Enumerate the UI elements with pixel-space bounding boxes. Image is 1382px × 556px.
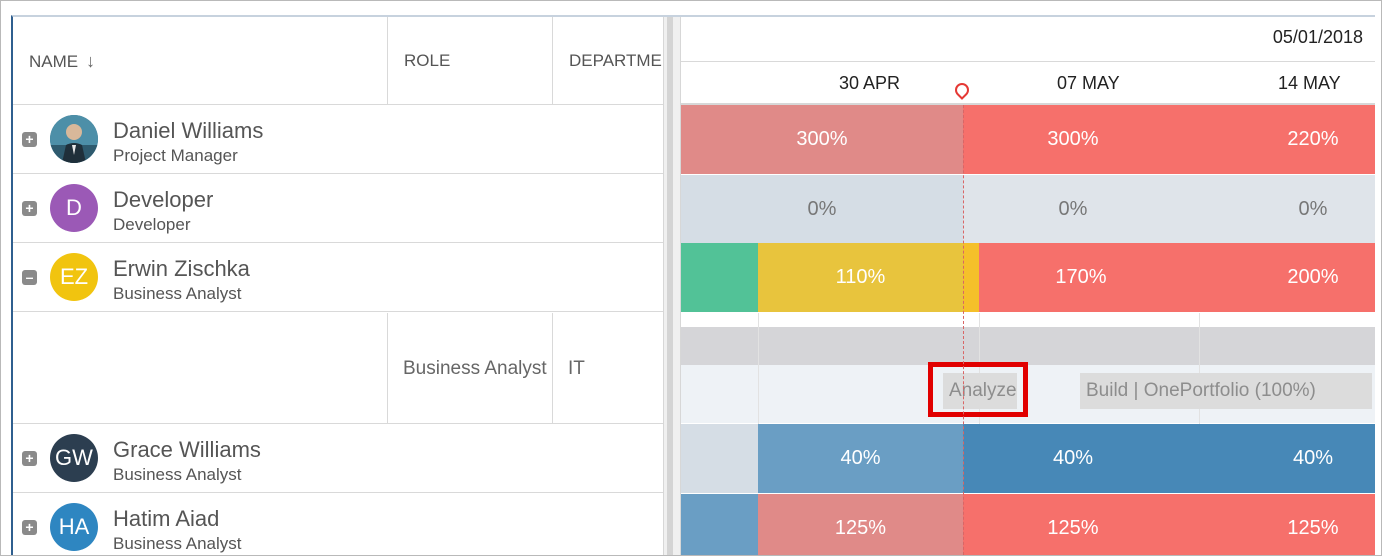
avatar-photo-icon — [50, 115, 98, 163]
column-header-role[interactable]: ROLE — [388, 17, 553, 105]
resource-planner: NAME ↓ ROLE DEPARTMENT + — [0, 0, 1382, 556]
pane-splitter[interactable] — [663, 17, 681, 555]
allocation-bar[interactable]: 125% — [1183, 493, 1375, 555]
table-row[interactable]: – EZ Erwin Zischka Business Analyst — [13, 243, 663, 312]
allocation-bar[interactable]: 300% — [963, 105, 1183, 174]
allocation-bar[interactable]: 40% — [1183, 424, 1375, 493]
expand-plus-icon[interactable]: + — [22, 201, 37, 216]
timeline-date: 05/01/2018 — [1272, 27, 1363, 47]
allocation-bar[interactable]: 40% — [758, 424, 963, 493]
person-name[interactable]: Grace Williams — [113, 437, 261, 463]
assignment-department: IT — [568, 358, 585, 379]
allocation-bar[interactable]: 0% — [1183, 174, 1375, 243]
assignment-role: Business Analyst — [388, 313, 553, 424]
timeline-pane: 05/01/2018 30 APR 07 MAY 14 MAY 300% 300… — [681, 17, 1375, 555]
table-row[interactable]: + Daniel Williams Project Manager — [13, 105, 663, 174]
column-header-name-label: NAME — [29, 52, 79, 71]
allocation-bar[interactable]: 300% — [681, 105, 963, 174]
avatar: EZ — [50, 253, 98, 301]
table-row[interactable]: + GW Grace Williams Business Analyst — [13, 424, 663, 493]
resource-grid: NAME ↓ ROLE DEPARTMENT + — [13, 17, 663, 555]
person-role: Business Analyst — [113, 465, 242, 484]
person-name[interactable]: Developer — [113, 187, 213, 213]
highlight-box — [928, 362, 1028, 417]
allocation-bar-segment[interactable] — [681, 493, 758, 555]
column-header-name[interactable]: NAME ↓ — [13, 17, 388, 105]
avatar: D — [50, 184, 98, 232]
task-bar-build[interactable]: Build | OnePortfolio (100%) — [1080, 373, 1372, 409]
collapse-minus-icon[interactable]: – — [22, 270, 37, 285]
sort-arrow-down-icon[interactable]: ↓ — [86, 51, 95, 71]
divider — [758, 313, 759, 424]
divider — [681, 61, 1375, 62]
allocation-bar-segment[interactable] — [681, 243, 758, 312]
avatar: GW — [50, 434, 98, 482]
week-label: 14 MAY — [1278, 73, 1341, 93]
assignment-name-cell — [13, 313, 388, 424]
grid-container: NAME ↓ ROLE DEPARTMENT + — [11, 15, 1375, 555]
column-header-department-label: DEPARTMENT — [569, 51, 663, 70]
assignment-row[interactable]: Business Analyst IT — [13, 313, 663, 424]
table-row[interactable]: + D Developer Developer — [13, 174, 663, 243]
allocation-bar[interactable]: 220% — [1183, 105, 1375, 174]
allocation-bar[interactable]: 0% — [681, 174, 963, 243]
column-header-role-label: ROLE — [404, 51, 451, 70]
assignment-summary-bar[interactable] — [681, 327, 1375, 365]
allocation-bar[interactable]: 125% — [758, 493, 963, 555]
person-role: Developer — [113, 215, 191, 234]
expand-plus-icon[interactable]: + — [22, 520, 37, 535]
allocation-bar[interactable]: 0% — [963, 174, 1183, 243]
allocation-bar[interactable]: 170% — [979, 243, 1183, 312]
allocation-bar[interactable]: 125% — [963, 493, 1183, 555]
allocation-bar[interactable]: 110% — [758, 243, 963, 312]
allocation-bar-segment[interactable] — [963, 243, 979, 312]
person-name[interactable]: Daniel Williams — [113, 118, 263, 144]
avatar — [50, 115, 98, 163]
person-role: Project Manager — [113, 146, 238, 165]
person-role: Business Analyst — [113, 284, 242, 303]
today-line — [963, 105, 964, 555]
today-marker-icon — [952, 80, 972, 100]
avatar: HA — [50, 503, 98, 551]
expand-plus-icon[interactable]: + — [22, 451, 37, 466]
allocation-bar[interactable]: 200% — [1183, 243, 1375, 312]
expand-plus-icon[interactable]: + — [22, 132, 37, 147]
person-role: Business Analyst — [113, 534, 242, 553]
table-row[interactable]: + HA Hatim Aiad Business Analyst — [13, 493, 663, 555]
column-header-department[interactable]: DEPARTMENT — [553, 17, 663, 105]
allocation-bar[interactable]: 40% — [963, 424, 1183, 493]
person-name[interactable]: Hatim Aiad — [113, 506, 219, 532]
week-label: 07 MAY — [1057, 73, 1120, 93]
week-label: 30 APR — [839, 73, 901, 93]
person-name[interactable]: Erwin Zischka — [113, 256, 250, 282]
allocation-bar-segment[interactable] — [681, 424, 758, 493]
